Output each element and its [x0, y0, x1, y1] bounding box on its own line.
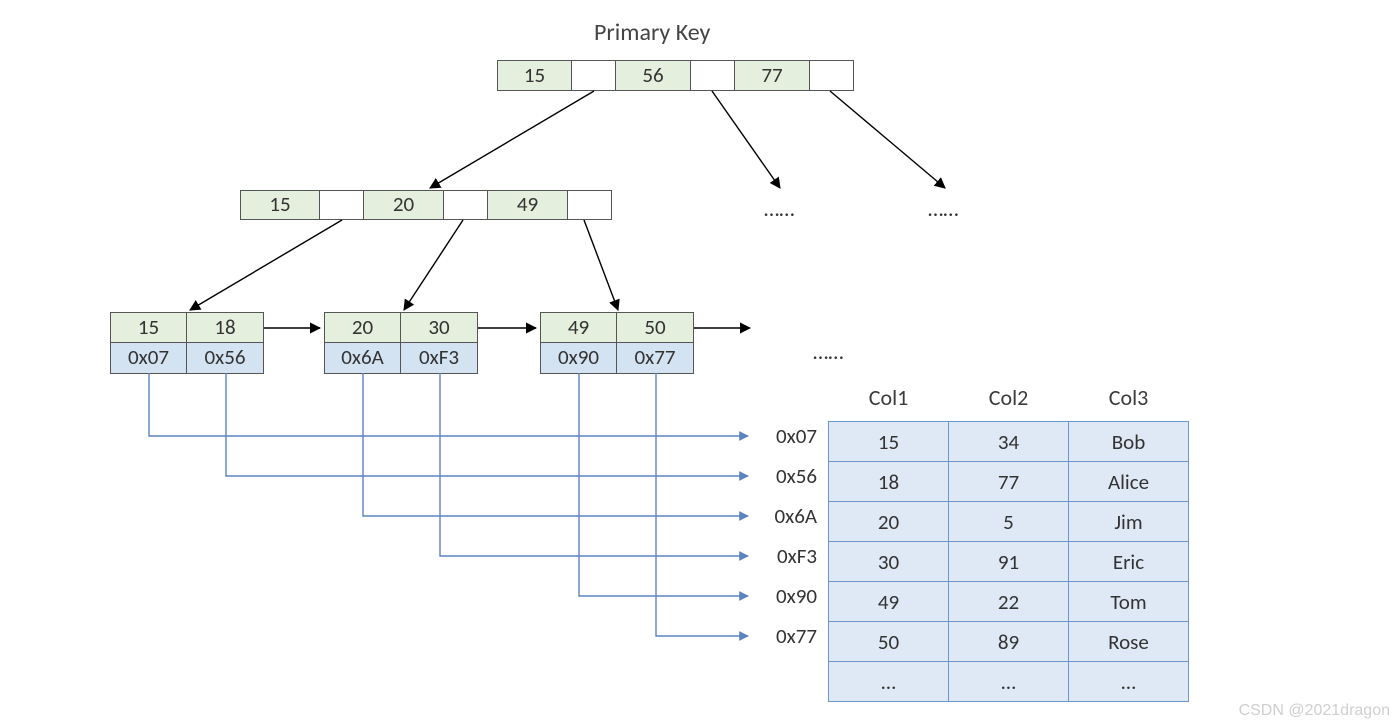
root-key-2: 77 [735, 60, 810, 91]
leaf1-ptr-0: 0x6A [324, 343, 401, 374]
addr-label-5: 0x77 [737, 623, 817, 649]
mid-key-1: 20 [364, 190, 444, 220]
root-gap-0 [572, 60, 616, 91]
leaf2-key-0: 49 [540, 312, 617, 343]
root-node: 15 56 77 [497, 60, 854, 91]
addr-label-2: 0x6A [737, 503, 817, 529]
mid-gap-0 [320, 190, 364, 220]
leaf-node-0: 15 18 0x07 0x56 [110, 312, 264, 374]
col-header-0: Col1 [829, 380, 949, 422]
leaf-node-2: 49 50 0x90 0x77 [540, 312, 694, 374]
leaf2-ptr-0: 0x90 [540, 343, 617, 374]
leaf0-key-1: 18 [187, 312, 264, 343]
leaf2-key-1: 50 [617, 312, 694, 343]
diagram-title: Primary Key [594, 18, 710, 47]
leaf0-ptr-1: 0x56 [187, 343, 264, 374]
mid-gap-1 [444, 190, 488, 220]
data-table: Col1 Col2 Col3 1534Bob 1877Alice 205Jim … [828, 380, 1189, 702]
col-header-2: Col3 [1069, 380, 1189, 422]
table-row: 3091Eric [829, 542, 1189, 582]
internal-node: 15 20 49 [240, 190, 612, 220]
mid-gap-2 [568, 190, 612, 220]
leaf2-ptr-1: 0x77 [617, 343, 694, 374]
leaf0-key-0: 15 [110, 312, 187, 343]
addr-label-1: 0x56 [737, 463, 817, 489]
mid-ellipsis-0: …… [764, 195, 794, 222]
root-key-0: 15 [497, 60, 572, 91]
watermark: CSDN @2021dragon [1239, 702, 1390, 720]
addr-label-3: 0xF3 [737, 543, 817, 569]
table-row: ……… [829, 662, 1189, 702]
mid-key-2: 49 [488, 190, 568, 220]
mid-ellipsis-1: …… [928, 195, 958, 222]
table-row: 1877Alice [829, 462, 1189, 502]
table-row: 1534Bob [829, 422, 1189, 462]
leaf1-ptr-1: 0xF3 [401, 343, 478, 374]
root-gap-2 [810, 60, 854, 91]
mid-key-0: 15 [240, 190, 320, 220]
leaf0-ptr-0: 0x07 [110, 343, 187, 374]
table-row: 5089Rose [829, 622, 1189, 662]
addr-label-4: 0x90 [737, 583, 817, 609]
col-header-1: Col2 [949, 380, 1069, 422]
addr-label-0: 0x07 [737, 423, 817, 449]
leaf1-key-1: 30 [401, 312, 478, 343]
table-row: 4922Tom [829, 582, 1189, 622]
leaf1-key-0: 20 [324, 312, 401, 343]
table-row: 205Jim [829, 502, 1189, 542]
leaf-ellipsis: …… [813, 338, 843, 365]
root-key-1: 56 [616, 60, 691, 91]
root-gap-1 [691, 60, 735, 91]
leaf-node-1: 20 30 0x6A 0xF3 [324, 312, 478, 374]
